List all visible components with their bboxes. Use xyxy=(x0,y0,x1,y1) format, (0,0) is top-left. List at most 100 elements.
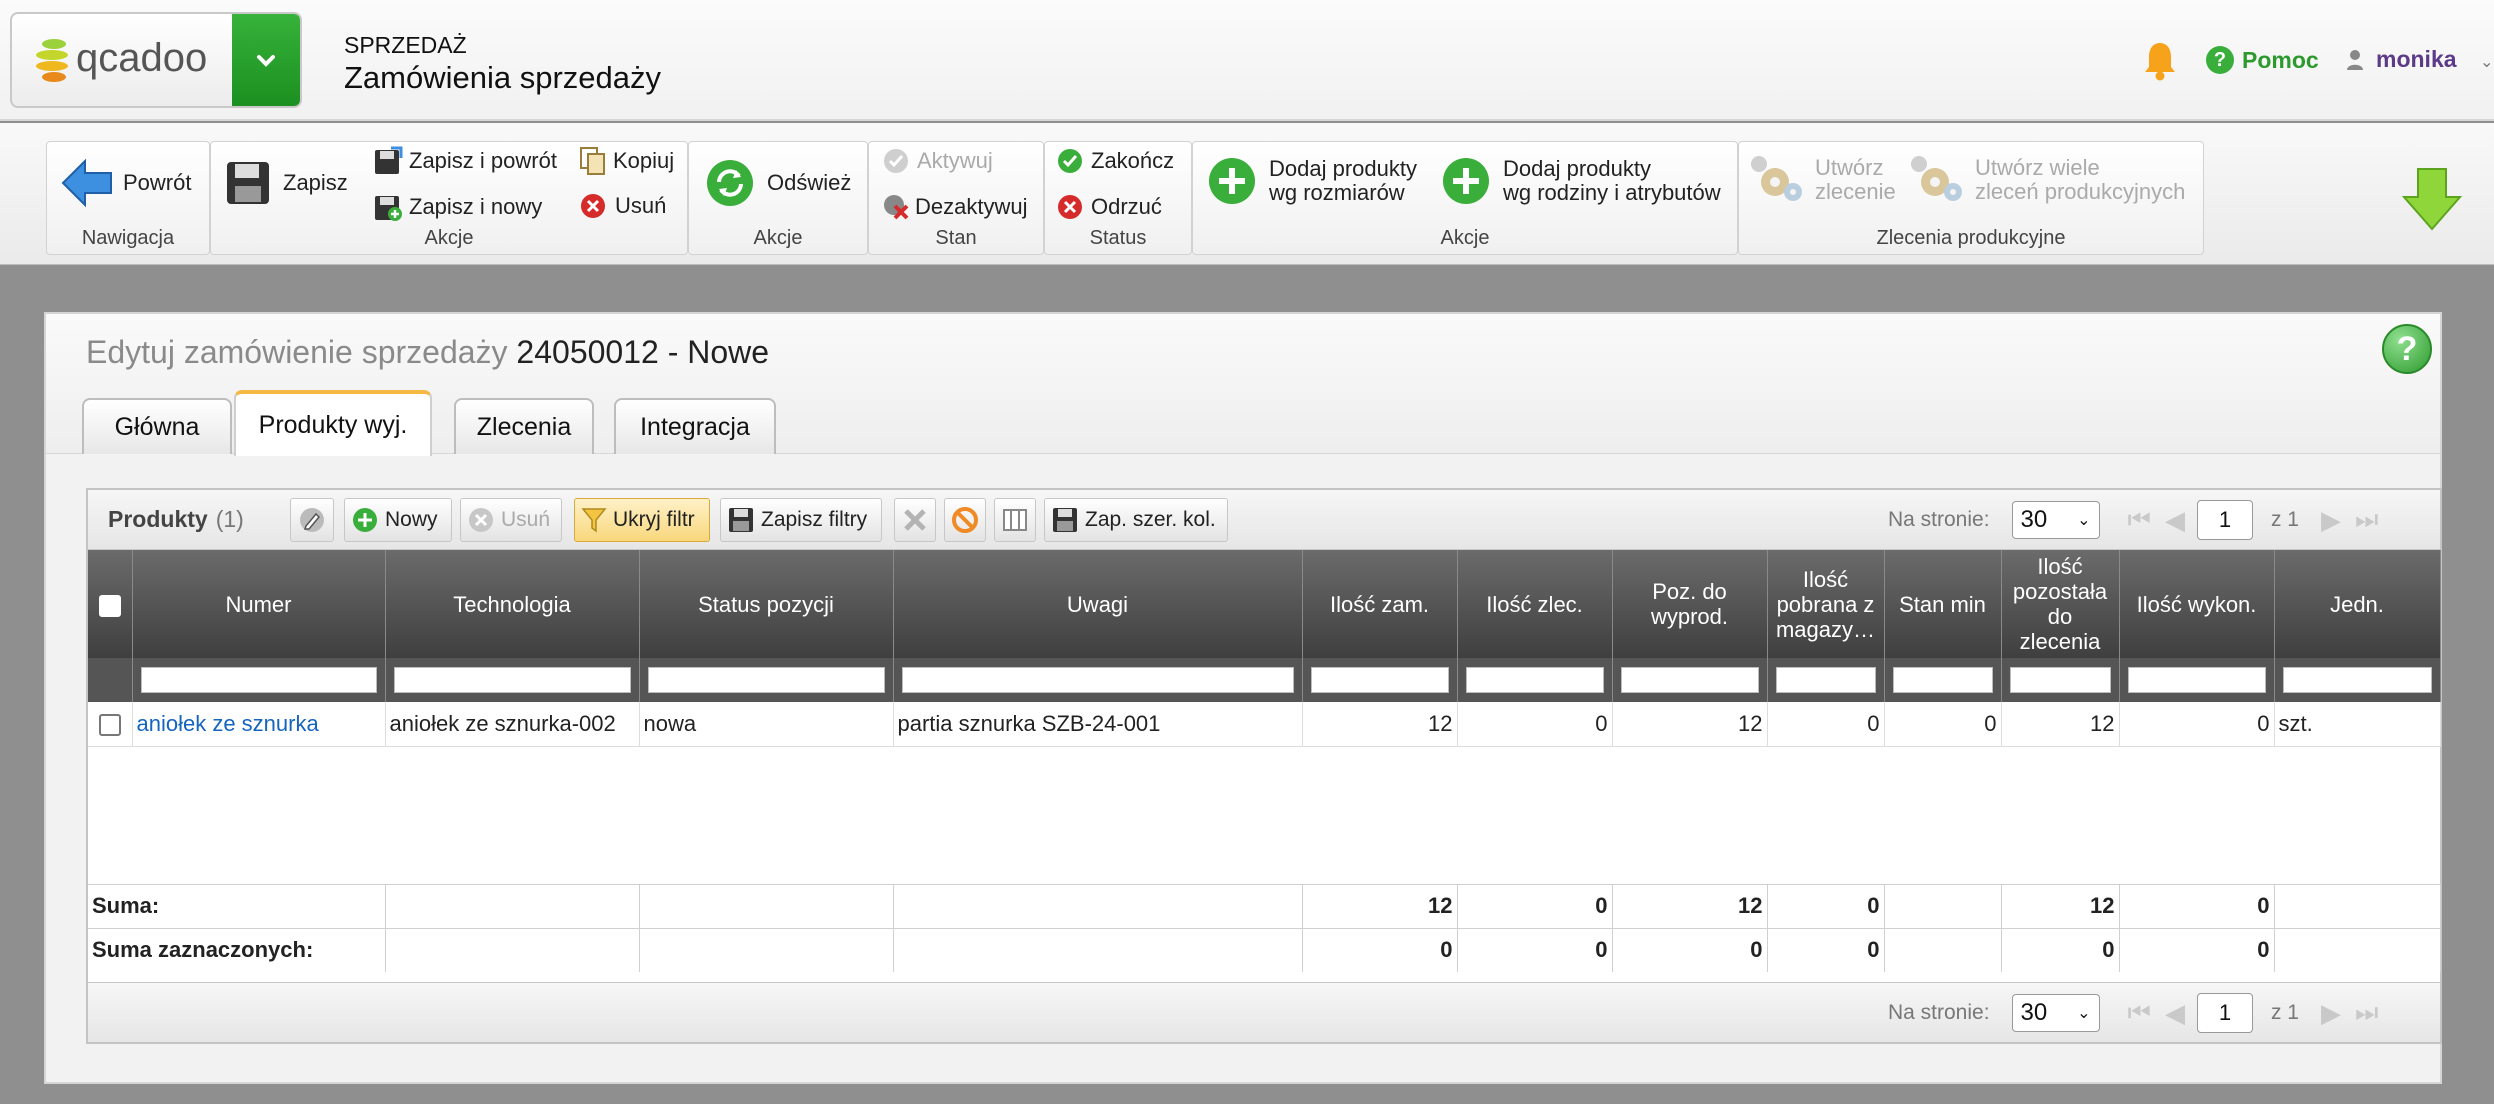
new-row-button[interactable]: Nowy xyxy=(344,498,452,542)
tab-integration[interactable]: Integracja xyxy=(614,398,776,454)
deactivate-button[interactable]: Dezaktywuj xyxy=(881,192,1027,222)
select-all-header[interactable] xyxy=(88,550,133,658)
product-number-link[interactable]: aniołek ze sznurka xyxy=(132,702,386,747)
back-button[interactable]: Powrót xyxy=(61,158,191,208)
filter-input[interactable] xyxy=(647,667,885,693)
table-row[interactable]: aniołek ze sznurka aniołek ze sznurka-00… xyxy=(88,702,2441,747)
hide-filter-button[interactable]: Ukryj filtr xyxy=(574,498,710,542)
column-header[interactable]: Ilość wykon. xyxy=(2119,550,2275,658)
column-header[interactable]: Ilość zlec. xyxy=(1457,550,1613,658)
column-header[interactable]: Jedn. xyxy=(2274,550,2441,658)
last-page-icon[interactable]: ⏭ xyxy=(2355,997,2378,1029)
empty-area xyxy=(88,746,2440,884)
filter-input[interactable] xyxy=(2009,667,2111,693)
save-filters-button[interactable]: Zapisz filtry xyxy=(720,498,882,542)
main-menu-button[interactable] xyxy=(232,14,300,106)
columns-button[interactable] xyxy=(994,498,1036,542)
grid-toolbar: Produkty (1) Nowy Usuń Ukryj filtr Zapisz… xyxy=(88,490,2440,550)
panel-help-icon[interactable]: ? xyxy=(2382,324,2432,374)
tab-main[interactable]: Główna xyxy=(82,398,232,454)
row-checkbox[interactable] xyxy=(98,713,121,736)
cancel-filter-button[interactable] xyxy=(944,498,986,542)
module-label: SPRZEDAŻ xyxy=(344,32,467,58)
logo-text: qcadoo xyxy=(76,36,208,80)
ribbon-group-actions: Zapisz Zapisz i powrót Zapisz i nowy Kop… xyxy=(210,141,688,255)
save-new-icon xyxy=(375,196,402,221)
delete-row-button[interactable]: Usuń xyxy=(460,498,562,542)
first-page-icon[interactable]: ⏮ xyxy=(2128,504,2151,536)
per-page-select[interactable]: 30 ⌄ xyxy=(2011,994,2100,1032)
column-header[interactable]: Poz. do wyprod. xyxy=(1612,550,1768,658)
filter-row xyxy=(88,658,2441,702)
filter-input[interactable] xyxy=(393,667,631,693)
filter-input[interactable] xyxy=(2127,667,2266,693)
copy-button[interactable]: Kopiuj xyxy=(579,146,674,176)
column-header[interactable]: Stan min xyxy=(1884,550,2002,658)
column-header[interactable]: Technologia xyxy=(385,550,640,658)
edit-grid-button[interactable] xyxy=(290,498,334,542)
filter-icon xyxy=(581,508,607,533)
create-many-orders-button[interactable]: Utwórz wiele zleceń produkcyjnych xyxy=(1909,154,2185,206)
next-page-icon[interactable]: ▶ xyxy=(2321,998,2341,1029)
refresh-icon xyxy=(707,160,753,206)
filter-input[interactable] xyxy=(1465,667,1604,693)
save-button[interactable]: Zapisz xyxy=(225,160,348,206)
gears-icon xyxy=(1911,156,1962,201)
user-menu[interactable]: monika xyxy=(2346,46,2457,73)
floppy-disk-icon xyxy=(227,162,269,204)
activate-button[interactable]: Aktywuj xyxy=(881,146,993,176)
save-and-back-button[interactable]: Zapisz i powrót xyxy=(373,146,557,176)
app-logo-menu[interactable]: qcadoo xyxy=(10,12,302,108)
save-column-width-button[interactable]: Zap. szer. kol. xyxy=(1044,498,1228,542)
per-page-select[interactable]: 30 ⌄ xyxy=(2011,501,2100,539)
finish-button[interactable]: Zakończ xyxy=(1055,146,1174,176)
column-header[interactable]: Uwagi xyxy=(893,550,1303,658)
filter-input[interactable] xyxy=(2282,667,2432,693)
help-label: Pomoc xyxy=(2242,46,2319,73)
table-header-row: Numer Technologia Status pozycji Uwagi I… xyxy=(88,550,2441,658)
cell-commissioned-qty: 0 xyxy=(1457,702,1613,747)
save-back-icon xyxy=(375,146,403,174)
filter-input[interactable] xyxy=(901,667,1294,693)
cell-min-stock: 0 xyxy=(1884,702,2002,747)
filter-input[interactable] xyxy=(1620,667,1759,693)
collapse-ribbon-arrow-icon[interactable] xyxy=(2402,167,2462,231)
sum-label: Suma: xyxy=(88,883,386,928)
tab-orders[interactable]: Zlecenia xyxy=(454,398,594,454)
filter-input[interactable] xyxy=(1310,667,1449,693)
products-grid: Produkty (1) Nowy Usuń Ukryj filtr Zapisz… xyxy=(86,488,2442,1044)
page-number-input[interactable]: 1 xyxy=(2196,993,2253,1033)
add-products-by-size-button[interactable]: Dodaj produkty wg rozmiarów xyxy=(1207,156,1417,206)
column-header[interactable]: Ilość pozostała do zlecenia xyxy=(2001,550,2120,658)
prev-page-icon[interactable]: ◀ xyxy=(2165,998,2185,1029)
column-header[interactable]: Ilość pobrana z magazy… xyxy=(1767,550,1885,658)
refresh-button[interactable]: Odśwież xyxy=(705,158,851,208)
column-header[interactable]: Numer xyxy=(132,550,386,658)
notifications-bell-icon[interactable] xyxy=(2142,40,2178,82)
reject-icon xyxy=(1058,195,1082,219)
cell-remaining-to-order: 12 xyxy=(2001,702,2120,747)
filter-input[interactable] xyxy=(1892,667,1993,693)
page-number-input[interactable]: 1 xyxy=(2196,500,2253,540)
tab-output-products[interactable]: Produkty wyj. xyxy=(234,390,432,456)
clear-filters-button[interactable] xyxy=(894,498,936,542)
ribbon-group-status: Zakończ Odrzuć Status xyxy=(1044,141,1192,255)
edit-sales-order-panel: Edytuj zamówienie sprzedaży 24050012 - N… xyxy=(44,312,2442,1084)
delete-button[interactable]: Usuń xyxy=(579,192,666,220)
filter-input[interactable] xyxy=(140,667,377,693)
filter-input[interactable] xyxy=(1775,667,1876,693)
ribbon-group-state: Aktywuj Dezaktywuj Stan xyxy=(868,141,1044,255)
first-page-icon[interactable]: ⏮ xyxy=(2128,997,2151,1029)
prev-page-icon[interactable]: ◀ xyxy=(2165,505,2185,536)
reject-button[interactable]: Odrzuć xyxy=(1055,192,1162,222)
column-header[interactable]: Ilość zam. xyxy=(1302,550,1458,658)
save-and-new-button[interactable]: Zapisz i nowy xyxy=(373,192,542,222)
add-products-by-family-button[interactable]: Dodaj produkty wg rodziny i atrybutów xyxy=(1441,156,1721,206)
select-all-checkbox[interactable] xyxy=(98,594,121,617)
next-page-icon[interactable]: ▶ xyxy=(2321,505,2341,536)
user-menu-chevron-icon[interactable]: ⌄ xyxy=(2480,52,2493,72)
column-header[interactable]: Status pozycji xyxy=(639,550,894,658)
help-link[interactable]: ? Pomoc xyxy=(2206,46,2319,74)
last-page-icon[interactable]: ⏭ xyxy=(2355,504,2378,536)
create-order-button[interactable]: Utwórz zlecenie xyxy=(1749,154,1896,206)
